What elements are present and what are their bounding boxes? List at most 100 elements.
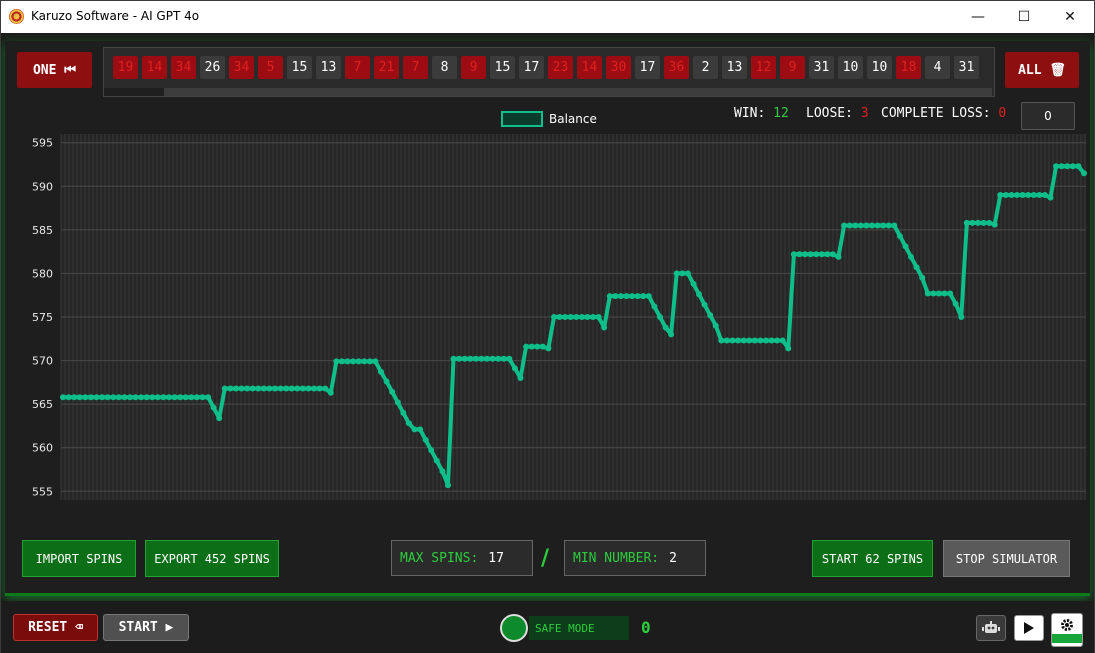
balance-point bbox=[411, 426, 418, 433]
balance-point bbox=[684, 270, 691, 277]
balance-point bbox=[394, 399, 401, 406]
balance-point bbox=[539, 343, 546, 350]
play-icon bbox=[1024, 622, 1034, 634]
balance-point bbox=[260, 385, 267, 392]
balance-point bbox=[612, 293, 619, 300]
balance-chart: 555 560 565 570 575 580 585 590 595 bbox=[32, 134, 1087, 500]
spin-number: 10 bbox=[838, 56, 863, 79]
reset-button[interactable]: RESET ⌫ bbox=[13, 614, 98, 641]
export-spins-button[interactable]: EXPORT 452 SPINS bbox=[145, 540, 279, 577]
balance-point bbox=[355, 358, 362, 365]
spin-number: 4 bbox=[925, 56, 950, 79]
loose-value: 3 bbox=[860, 106, 869, 121]
balance-point bbox=[154, 394, 161, 401]
balance-point bbox=[729, 337, 736, 344]
balance-point bbox=[182, 394, 189, 401]
balance-point bbox=[115, 394, 122, 401]
balance-point bbox=[779, 337, 786, 344]
balance-point bbox=[450, 355, 457, 362]
spin-strip-scrollbar[interactable] bbox=[104, 88, 992, 96]
balance-point bbox=[65, 394, 72, 401]
balance-point bbox=[439, 468, 446, 475]
balance-point bbox=[796, 251, 803, 258]
balance-point bbox=[238, 385, 245, 392]
balance-point bbox=[629, 293, 636, 300]
balance-point bbox=[467, 355, 474, 362]
settings-button[interactable] bbox=[1051, 613, 1083, 647]
y-tick-label: 580 bbox=[32, 267, 53, 280]
close-button[interactable]: ✕ bbox=[1047, 1, 1093, 33]
balance-point bbox=[774, 337, 781, 344]
balance-point bbox=[601, 324, 608, 331]
spin-number: 14 bbox=[577, 56, 602, 79]
robot-icon bbox=[982, 621, 1000, 633]
balance-point bbox=[919, 274, 926, 281]
play-button[interactable] bbox=[1014, 615, 1044, 641]
balance-point bbox=[244, 385, 251, 392]
complete-loss-label: COMPLETE LOSS: bbox=[881, 106, 991, 121]
y-tick-label: 570 bbox=[32, 355, 53, 368]
balance-point bbox=[1036, 192, 1043, 198]
balance-point bbox=[277, 385, 284, 392]
balance-point bbox=[690, 280, 697, 287]
balance-point bbox=[484, 355, 490, 362]
minimize-button[interactable]: — bbox=[955, 1, 1001, 33]
balance-point bbox=[283, 385, 290, 392]
balance-point bbox=[233, 385, 239, 392]
stop-simulator-button[interactable]: STOP SIMULATOR bbox=[943, 540, 1070, 577]
balance-point bbox=[528, 343, 535, 350]
safe-mode-label: SAFE MODE bbox=[529, 616, 629, 640]
clear-all-button[interactable]: ALL 🗑 bbox=[1005, 52, 1079, 88]
balance-point bbox=[651, 303, 658, 310]
balance-point bbox=[104, 394, 111, 401]
balance-point bbox=[272, 385, 278, 392]
balance-point bbox=[818, 251, 825, 258]
balance-point bbox=[121, 394, 128, 401]
max-spins-value[interactable]: 17 bbox=[488, 551, 504, 566]
balance-point bbox=[433, 457, 440, 464]
spin-number: 36 bbox=[664, 56, 689, 79]
min-number-field[interactable]: MIN NUMBER: 2 bbox=[564, 540, 706, 576]
balance-point bbox=[517, 375, 524, 381]
win-label: WIN: bbox=[734, 106, 766, 121]
legend-label: Balance bbox=[549, 112, 597, 126]
balance-point bbox=[1008, 192, 1015, 198]
y-tick-label: 565 bbox=[32, 398, 53, 411]
balance-point bbox=[495, 355, 502, 362]
spin-number: 23 bbox=[548, 56, 573, 79]
balance-point bbox=[975, 219, 981, 226]
spin-number: 5 bbox=[258, 56, 283, 79]
balance-point bbox=[422, 436, 429, 443]
robot-button[interactable] bbox=[976, 615, 1006, 641]
balance-point bbox=[958, 314, 965, 320]
start-spins-button[interactable]: START 62 SPINS bbox=[812, 540, 933, 577]
balance-point bbox=[171, 394, 178, 401]
spin-number: 34 bbox=[171, 56, 196, 79]
safe-mode-toggle[interactable] bbox=[500, 614, 528, 642]
remove-one-button[interactable]: ONE ⏮ bbox=[17, 52, 92, 88]
maximize-button[interactable]: ☐ bbox=[1001, 1, 1047, 33]
balance-point bbox=[87, 394, 94, 401]
balance-point bbox=[696, 291, 702, 298]
balance-point bbox=[500, 355, 507, 362]
balance-point bbox=[829, 251, 836, 258]
balance-point bbox=[657, 314, 663, 320]
import-spins-button[interactable]: IMPORT SPINS bbox=[22, 540, 136, 577]
balance-point bbox=[735, 337, 742, 344]
min-number-value[interactable]: 2 bbox=[669, 551, 677, 566]
start-button[interactable]: START ▶ bbox=[103, 614, 189, 641]
balance-point bbox=[255, 385, 262, 392]
max-spins-field[interactable]: MAX SPINS: 17 bbox=[391, 540, 533, 576]
balance-point bbox=[389, 388, 396, 395]
balance-point bbox=[534, 343, 541, 350]
balance-point bbox=[1002, 192, 1009, 198]
min-number-label: MIN NUMBER: bbox=[573, 550, 660, 566]
spin-number: 9 bbox=[780, 56, 805, 79]
complete-loss-stat: COMPLETE LOSS: 0 bbox=[881, 106, 1006, 121]
scrollbar-thumb[interactable] bbox=[104, 88, 164, 96]
balance-point bbox=[935, 290, 942, 297]
balance-point bbox=[511, 365, 518, 372]
balance-point bbox=[869, 222, 875, 229]
balance-point bbox=[188, 394, 195, 401]
balance-point bbox=[712, 322, 719, 329]
